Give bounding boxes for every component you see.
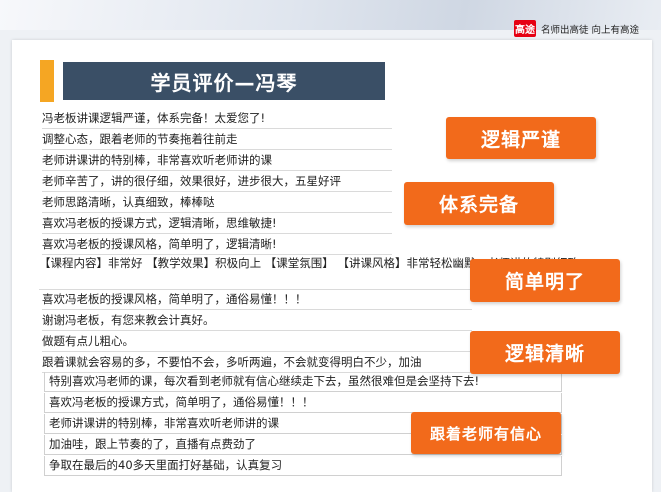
comment-row: 调整心态，跟着老师的节奏拖着往前走: [42, 130, 392, 150]
tag-complete-system: 体系完备: [404, 182, 554, 225]
comment-row: 做题有点儿粗心。: [42, 332, 472, 352]
title-accent-bar: [40, 60, 54, 102]
comment-row: 喜欢冯老板的授课风格，简单明了，通俗易懂！！！: [42, 290, 472, 310]
page-title: 学员评价—冯琴: [63, 62, 385, 100]
comment-row: 喜欢冯老板的授课方式，逻辑清晰，思维敏捷!: [42, 214, 392, 234]
tag-clear-logic: 逻辑清晰: [470, 331, 620, 374]
tag-rigorous-logic: 逻辑严谨: [446, 117, 596, 159]
brand-logo: 高途 名师出高徒 向上有高途: [514, 19, 639, 38]
comment-row: 跟着课就会容易的多，不要怕不会，多听两遍，不会就变得明白不少，加油: [42, 353, 472, 373]
comment-row: 谢谢冯老板，有您来教会计真好。: [42, 311, 472, 331]
comment-row: 冯老板讲课逻辑严谨，体系完备！太爱您了!: [42, 109, 392, 129]
tag-simple-clear: 简单明了: [470, 259, 620, 302]
logo-slogan: 名师出高徒 向上有高途: [541, 24, 640, 36]
comment-row: 老师思路清晰，认真细致，棒棒哒: [42, 193, 392, 213]
comment-row: 特别喜欢冯老师的课，每次看到老师就有信心继续走下去，虽然很难但是会坚持下去!: [44, 372, 562, 392]
comment-row: 老师讲课讲的特别棒，非常喜欢听老师讲的课: [42, 151, 392, 171]
comment-row: 喜欢冯老板的授课风格，简单明了，逻辑清晰!: [42, 235, 392, 255]
tag-confidence: 跟着老师有信心: [411, 412, 561, 454]
logo-mark: 高途: [514, 20, 536, 37]
comment-row: 喜欢冯老板的授课方式，简单明了，通俗易懂！！！: [44, 393, 562, 413]
comment-row: 老师辛苦了，讲的很仔细，效果很好，进步很大，五星好评: [42, 172, 392, 192]
comment-row: 争取在最后的40多天里面打好基础，认真复习: [44, 456, 562, 476]
